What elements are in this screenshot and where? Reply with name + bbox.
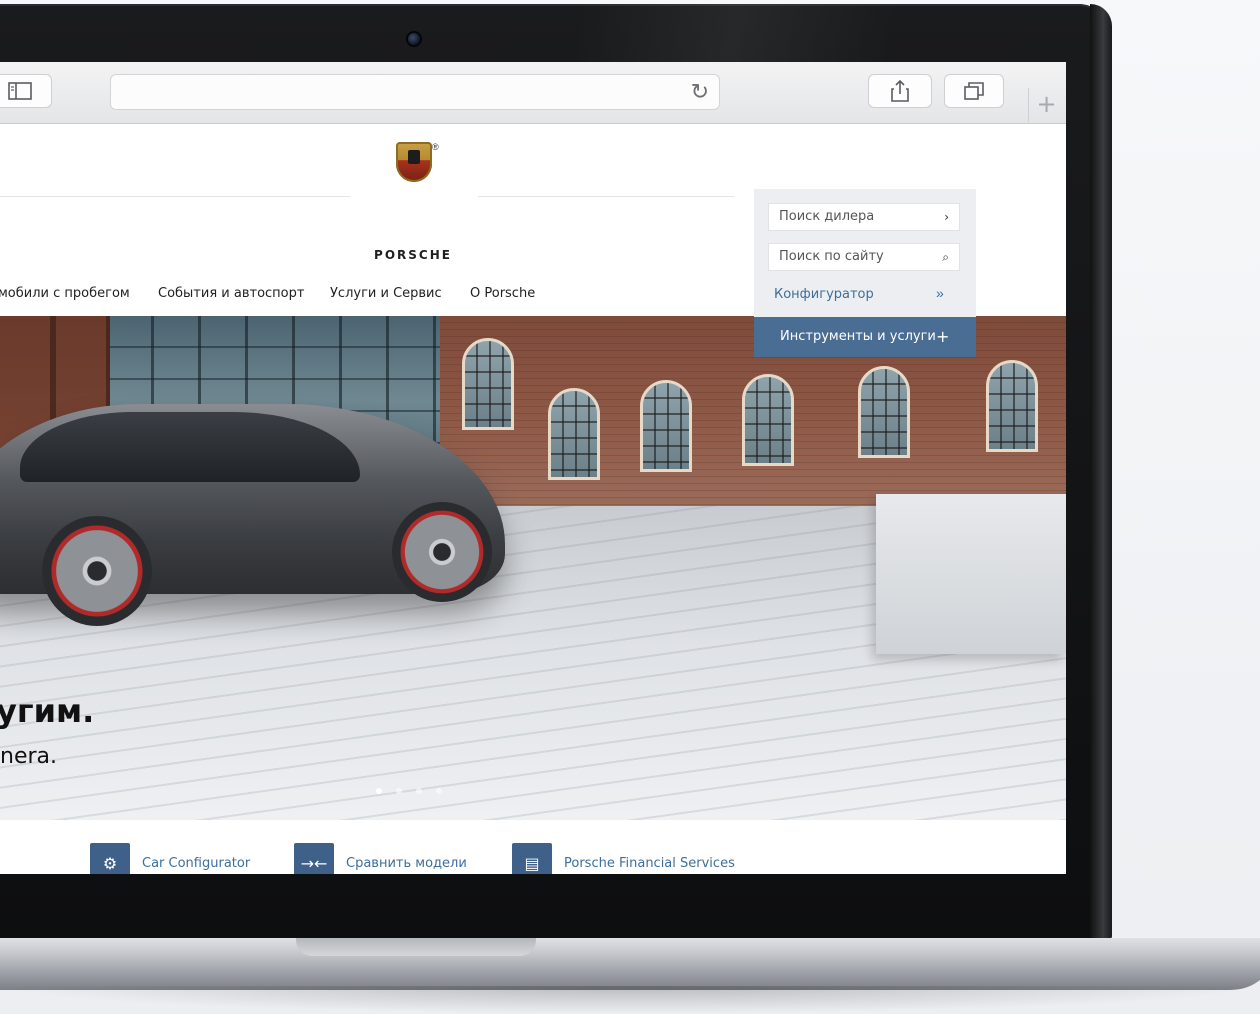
carousel-dots (376, 788, 442, 794)
configurator-link[interactable]: Конфигуратор (774, 287, 874, 302)
search-icon: ⌕ (942, 250, 949, 264)
laptop-screen: ↻ + ® PORSCHE мобили с пробегом События … (0, 62, 1066, 874)
nav-item-services[interactable]: Услуги и Сервис (330, 286, 442, 301)
address-bar[interactable]: ↻ (110, 74, 720, 110)
webcam-icon (408, 33, 420, 45)
concrete-block (876, 494, 1066, 654)
laptop-base (0, 938, 1260, 990)
quick-link-label: Porsche Financial Services (564, 855, 735, 871)
car-wheel-rear (392, 502, 492, 602)
carousel-dot[interactable] (436, 788, 442, 794)
reload-icon[interactable]: ↻ (691, 80, 709, 105)
laptop-shadow (0, 986, 1260, 1014)
laptop-bezel-edge (1090, 4, 1112, 940)
product-shot: ↻ + ® PORSCHE мобили с пробегом События … (0, 0, 1260, 1014)
registered-mark: ® (432, 142, 439, 152)
hero-subtitle: nera. (0, 744, 57, 769)
quick-links-bar: ⚙ Car Configurator →← Сравнить модели ▤ … (0, 820, 1066, 874)
header-divider-left (0, 196, 350, 197)
hero-banner[interactable]: угим. nera. (0, 316, 1066, 820)
arched-window (742, 374, 794, 466)
tools-services-label: Инструменты и услуги (780, 329, 936, 344)
carousel-dot[interactable] (376, 788, 382, 794)
carousel-dot[interactable] (416, 788, 422, 794)
chevron-right-icon: › (944, 210, 949, 224)
site-search-field[interactable]: Поиск по сайту ⌕ (768, 243, 960, 271)
tabs-icon (964, 82, 984, 100)
hero-title: угим. (0, 692, 95, 730)
tools-services-button[interactable]: Инструменты и услуги + (754, 317, 976, 357)
quick-link-configurator[interactable]: ⚙ Car Configurator (90, 842, 250, 874)
arched-window (986, 360, 1038, 452)
gears-icon: ⚙ (90, 843, 130, 874)
header-divider-right (478, 196, 734, 197)
car-wheel-front (42, 516, 152, 626)
quick-tools-panel: Поиск дилера › Поиск по сайту ⌕ Конфигур… (754, 189, 976, 357)
share-button[interactable] (868, 74, 932, 108)
dealer-search-field[interactable]: Поиск дилера › (768, 203, 960, 231)
calculator-icon: ▤ (512, 843, 552, 874)
quick-link-label: Car Configurator (142, 855, 251, 871)
arched-window (548, 388, 600, 480)
carousel-dot[interactable] (396, 788, 402, 794)
nav-item-events[interactable]: События и автоспорт (158, 286, 304, 301)
laptop-lid-notch (296, 938, 536, 956)
new-tab-button[interactable]: + (1028, 88, 1064, 122)
share-icon (891, 79, 909, 102)
porsche-crest-logo[interactable] (396, 142, 432, 182)
double-chevron-icon[interactable]: » (936, 285, 944, 301)
sidebar-toggle-button[interactable] (0, 74, 52, 108)
arched-window (640, 380, 692, 472)
dealer-search-label: Поиск дилера (779, 209, 875, 224)
site-search-label: Поиск по сайту (779, 249, 884, 264)
porsche-wordmark[interactable]: PORSCHE (358, 248, 468, 262)
quick-link-financial[interactable]: ▤ Porsche Financial Services (512, 842, 735, 874)
nav-item-about[interactable]: О Porsche (470, 286, 535, 301)
sidebar-icon (8, 82, 32, 100)
tabs-overview-button[interactable] (944, 74, 1004, 108)
compare-arrows-icon: →← (294, 843, 334, 874)
quick-link-label: Сравнить модели (346, 855, 467, 871)
bezel-reflection (580, 4, 1100, 64)
plus-icon: + (936, 327, 950, 346)
quick-link-compare[interactable]: →← Сравнить модели (294, 842, 467, 874)
arched-window (858, 366, 910, 458)
nav-item-used-cars[interactable]: мобили с пробегом (0, 286, 130, 301)
arched-window (462, 338, 514, 430)
browser-toolbar: ↻ + (0, 62, 1066, 124)
